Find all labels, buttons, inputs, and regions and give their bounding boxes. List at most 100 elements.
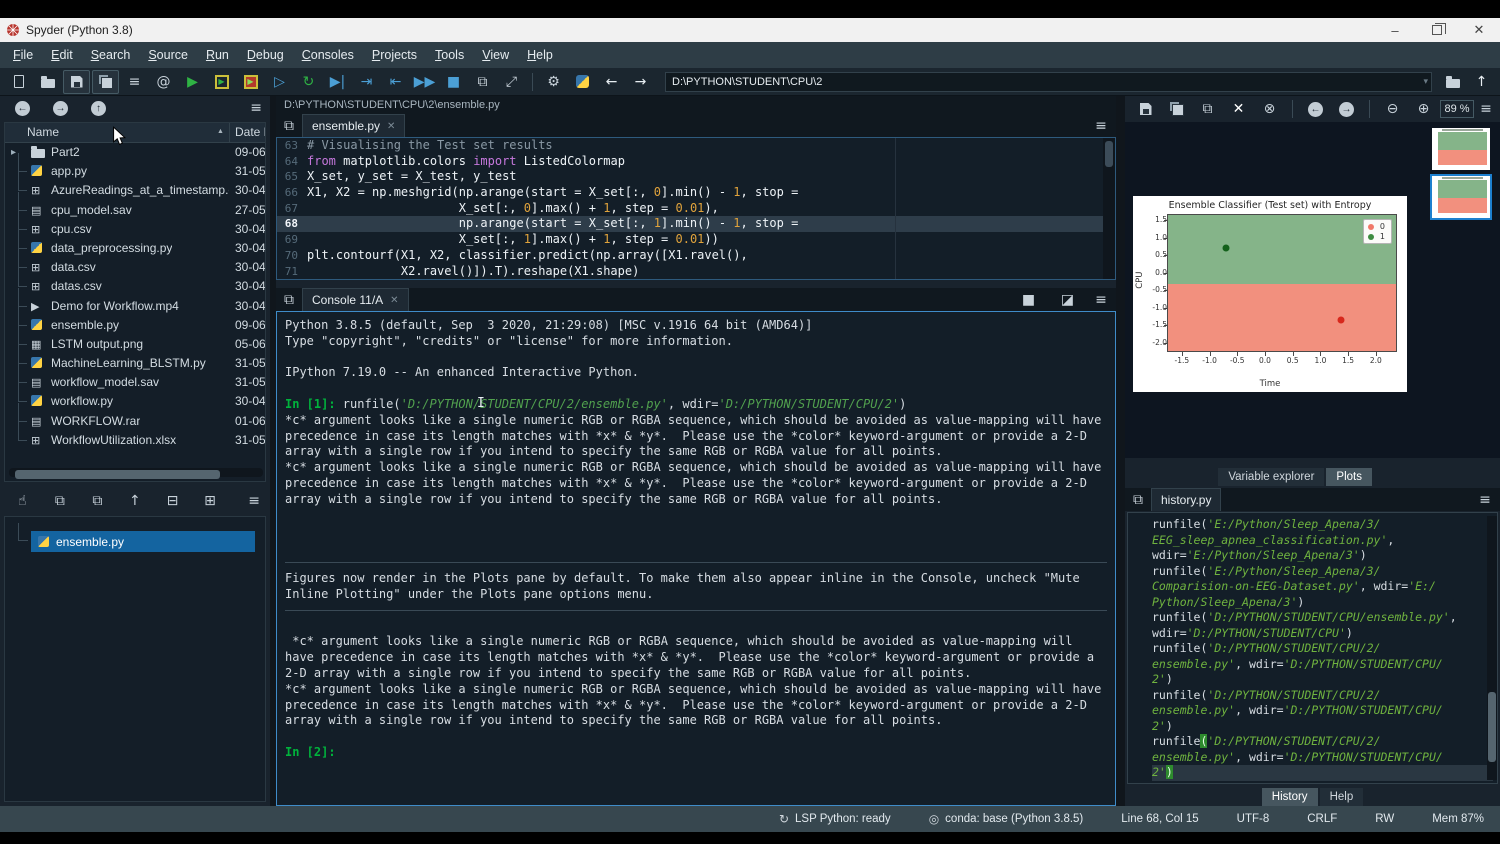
forward-button[interactable]: →: [47, 96, 74, 120]
parent-folder-button[interactable]: ↑: [85, 96, 112, 120]
menu-tools[interactable]: Tools: [426, 42, 473, 68]
editor-line-64[interactable]: 64from matplotlib.colors import ListedCo…: [277, 154, 1115, 170]
pythonpath-button[interactable]: [569, 70, 596, 94]
continue-button[interactable]: ▶▶: [411, 70, 438, 94]
next-plot-button[interactable]: →: [1333, 97, 1360, 121]
file-row-workflow-rar[interactable]: ▤WORKFLOW.rar01-06-: [5, 412, 265, 431]
file-row-cpu-csv[interactable]: ⊞cpu.csv30-04-: [5, 220, 265, 239]
history-line[interactable]: runfile('D:/PYTHON/STUDENT/CPU/2/: [1152, 734, 1483, 750]
working-directory-input[interactable]: [665, 72, 1432, 92]
menu-view[interactable]: View: [473, 42, 518, 68]
run-cell-advance-button[interactable]: ▶: [237, 70, 264, 94]
file-row-app-py[interactable]: app.py31-05-: [5, 162, 265, 181]
tab-console-11a[interactable]: Console 11/A ✕: [302, 288, 409, 311]
editor-line-68[interactable]: 68 np.arange(start = X_set[:, 1].min() -…: [277, 216, 1115, 232]
debug-file-button[interactable]: ▶|: [324, 70, 351, 94]
outline-item-ensemble[interactable]: ensemble.py: [31, 531, 255, 552]
history-line[interactable]: EEG_sleep_apnea_classification.py',: [1152, 533, 1483, 549]
column-divider[interactable]: [229, 123, 230, 142]
editor-line-65[interactable]: 65X_set, y_set = X_test, y_test: [277, 169, 1115, 185]
menu-help[interactable]: Help: [518, 42, 562, 68]
plot-thumbnail-2[interactable]: [1432, 176, 1490, 218]
menu-edit[interactable]: Edit: [42, 42, 82, 68]
code-editor[interactable]: 63# Visualising the Test set results64fr…: [276, 137, 1116, 280]
restore-button[interactable]: [1416, 18, 1458, 42]
zoom-level[interactable]: 89 %: [1440, 100, 1474, 118]
browse-tabs-icon[interactable]: ⧉: [1125, 493, 1151, 507]
file-row-workflow-py[interactable]: workflow.py30-04-: [5, 392, 265, 411]
browse-tabs-icon[interactable]: ⧉: [276, 119, 302, 133]
save-all-plots-button[interactable]: [1163, 97, 1190, 121]
history-line[interactable]: 2'): [1152, 719, 1483, 735]
tab-history-py[interactable]: history.py: [1151, 488, 1221, 511]
history-line[interactable]: 2'): [1152, 765, 1493, 781]
outline-options-icon[interactable]: ≡: [248, 494, 260, 508]
step-into-button[interactable]: ⇤: [382, 70, 409, 94]
ipython-console[interactable]: Python 3.8.5 (default, Sep 3 2020, 21:29…: [276, 311, 1116, 806]
file-row-workflowutilization-xlsx[interactable]: ⊞WorkflowUtilization.xlsx31-05-: [5, 431, 265, 450]
stop-button[interactable]: ■: [440, 70, 467, 94]
menu-projects[interactable]: Projects: [363, 42, 426, 68]
tab-ensemble-py[interactable]: ensemble.py ✕: [302, 114, 405, 137]
history-line[interactable]: runfile('E:/Python/Sleep_Apena/3/: [1152, 564, 1483, 580]
remove-variables-button[interactable]: ◪: [1054, 288, 1081, 312]
file-row-data-preprocessing-py[interactable]: data_preprocessing.py30-04-: [5, 239, 265, 258]
save-plot-button[interactable]: [1132, 97, 1159, 121]
expand-caret-icon[interactable]: ▸: [11, 143, 16, 162]
scrollbar-thumb[interactable]: [15, 470, 220, 479]
browse-tabs-icon[interactable]: ⧉: [276, 293, 302, 307]
file-row-part2[interactable]: ▸Part209-06-: [5, 143, 265, 162]
history-line[interactable]: 2'): [1152, 672, 1483, 688]
history-log[interactable]: runfile('E:/Python/Sleep_Apena/3/EEG_sle…: [1127, 512, 1498, 784]
previous-plot-button[interactable]: ←: [1302, 97, 1329, 121]
history-line[interactable]: Comparision-on-EEG-Dataset.py', wdir='E:…: [1152, 579, 1483, 595]
expand-all-button[interactable]: ⊞: [199, 489, 222, 513]
new-file-button[interactable]: [5, 70, 32, 94]
close-tab-icon[interactable]: ✕: [387, 121, 395, 132]
history-line[interactable]: runfile('D:/PYTHON/STUDENT/CPU/2/: [1152, 688, 1483, 704]
menu-consoles[interactable]: Consoles: [293, 42, 363, 68]
scrollbar-thumb[interactable]: [1105, 141, 1113, 167]
close-plot-button[interactable]: ✕: [1225, 97, 1252, 121]
history-line[interactable]: ensemble.py', wdir='D:/PYTHON/STUDENT/CP…: [1152, 657, 1483, 673]
editor-line-67[interactable]: 67 X_set[:, 0].max() + 1, step = 0.01),: [277, 201, 1115, 217]
editor-line-71[interactable]: 71 X2.ravel()]).T).reshape(X1.shape): [277, 264, 1115, 280]
file-row-lstm-output-png[interactable]: ▦LSTM output.png05-06-: [5, 335, 265, 354]
zoom-in-button[interactable]: ⊕: [1410, 97, 1437, 121]
dropdown-icon[interactable]: ▾: [1423, 76, 1428, 87]
file-row-demo-for-workflow-mp4[interactable]: ▶Demo for Workflow.mp430-04-: [5, 297, 265, 316]
file-row-cpu-model-sav[interactable]: ▤cpu_model.sav27-05-: [5, 201, 265, 220]
plot-thumbnail-1[interactable]: [1432, 128, 1490, 170]
history-line[interactable]: runfile('D:/PYTHON/STUDENT/CPU/2/: [1152, 641, 1483, 657]
history-line[interactable]: ensemble.py', wdir='D:/PYTHON/STUDENT/CP…: [1152, 703, 1483, 719]
preferences-button[interactable]: ⚙: [540, 70, 567, 94]
file-row-azurereadings-at-a-timestamp-csv[interactable]: ⊞AzureReadings_at_a_timestamp.csv30-04-: [5, 181, 265, 200]
history-line[interactable]: wdir='E:/Python/Sleep_Apena/3'): [1152, 548, 1483, 564]
explorer-options-icon[interactable]: ≡: [250, 101, 262, 115]
console-options-icon[interactable]: ≡: [1086, 293, 1116, 307]
run-file-button[interactable]: ▶: [179, 70, 206, 94]
history-scrollbar[interactable]: [1487, 516, 1497, 780]
close-button[interactable]: ✕: [1458, 18, 1500, 42]
forward-button[interactable]: →: [627, 70, 654, 94]
history-line[interactable]: ensemble.py', wdir='D:/PYTHON/STUDENT/CP…: [1152, 750, 1483, 766]
history-line[interactable]: runfile('D:/PYTHON/STUDENT/CPU/ensemble.…: [1152, 610, 1483, 626]
column-date[interactable]: Date M: [235, 125, 266, 139]
maximize-pane-button[interactable]: ⧉: [469, 70, 496, 94]
copy-button[interactable]: ⧉: [49, 489, 72, 513]
editor-scrollbar[interactable]: [1103, 138, 1115, 279]
step-over-button[interactable]: ⇥: [353, 70, 380, 94]
menu-source[interactable]: Source: [139, 42, 197, 68]
back-button[interactable]: ←: [9, 96, 36, 120]
file-list-header[interactable]: Name ▲ Date M: [5, 123, 265, 143]
history-options-icon[interactable]: ≡: [1470, 493, 1500, 507]
file-row-ensemble-py[interactable]: ensemble.py09-06-: [5, 316, 265, 335]
rerun-cell-button[interactable]: ↻: [295, 70, 322, 94]
menu-debug[interactable]: Debug: [238, 42, 293, 68]
copy-plot-button[interactable]: ⧉: [1194, 97, 1221, 121]
go-to-cursor-button[interactable]: ↑: [124, 489, 147, 513]
tab-plots[interactable]: Plots: [1326, 468, 1372, 486]
history-line[interactable]: Python/Sleep_Apena/3'): [1152, 595, 1483, 611]
tab-history[interactable]: History: [1262, 788, 1318, 806]
run-selection-button[interactable]: ▷: [266, 70, 293, 94]
